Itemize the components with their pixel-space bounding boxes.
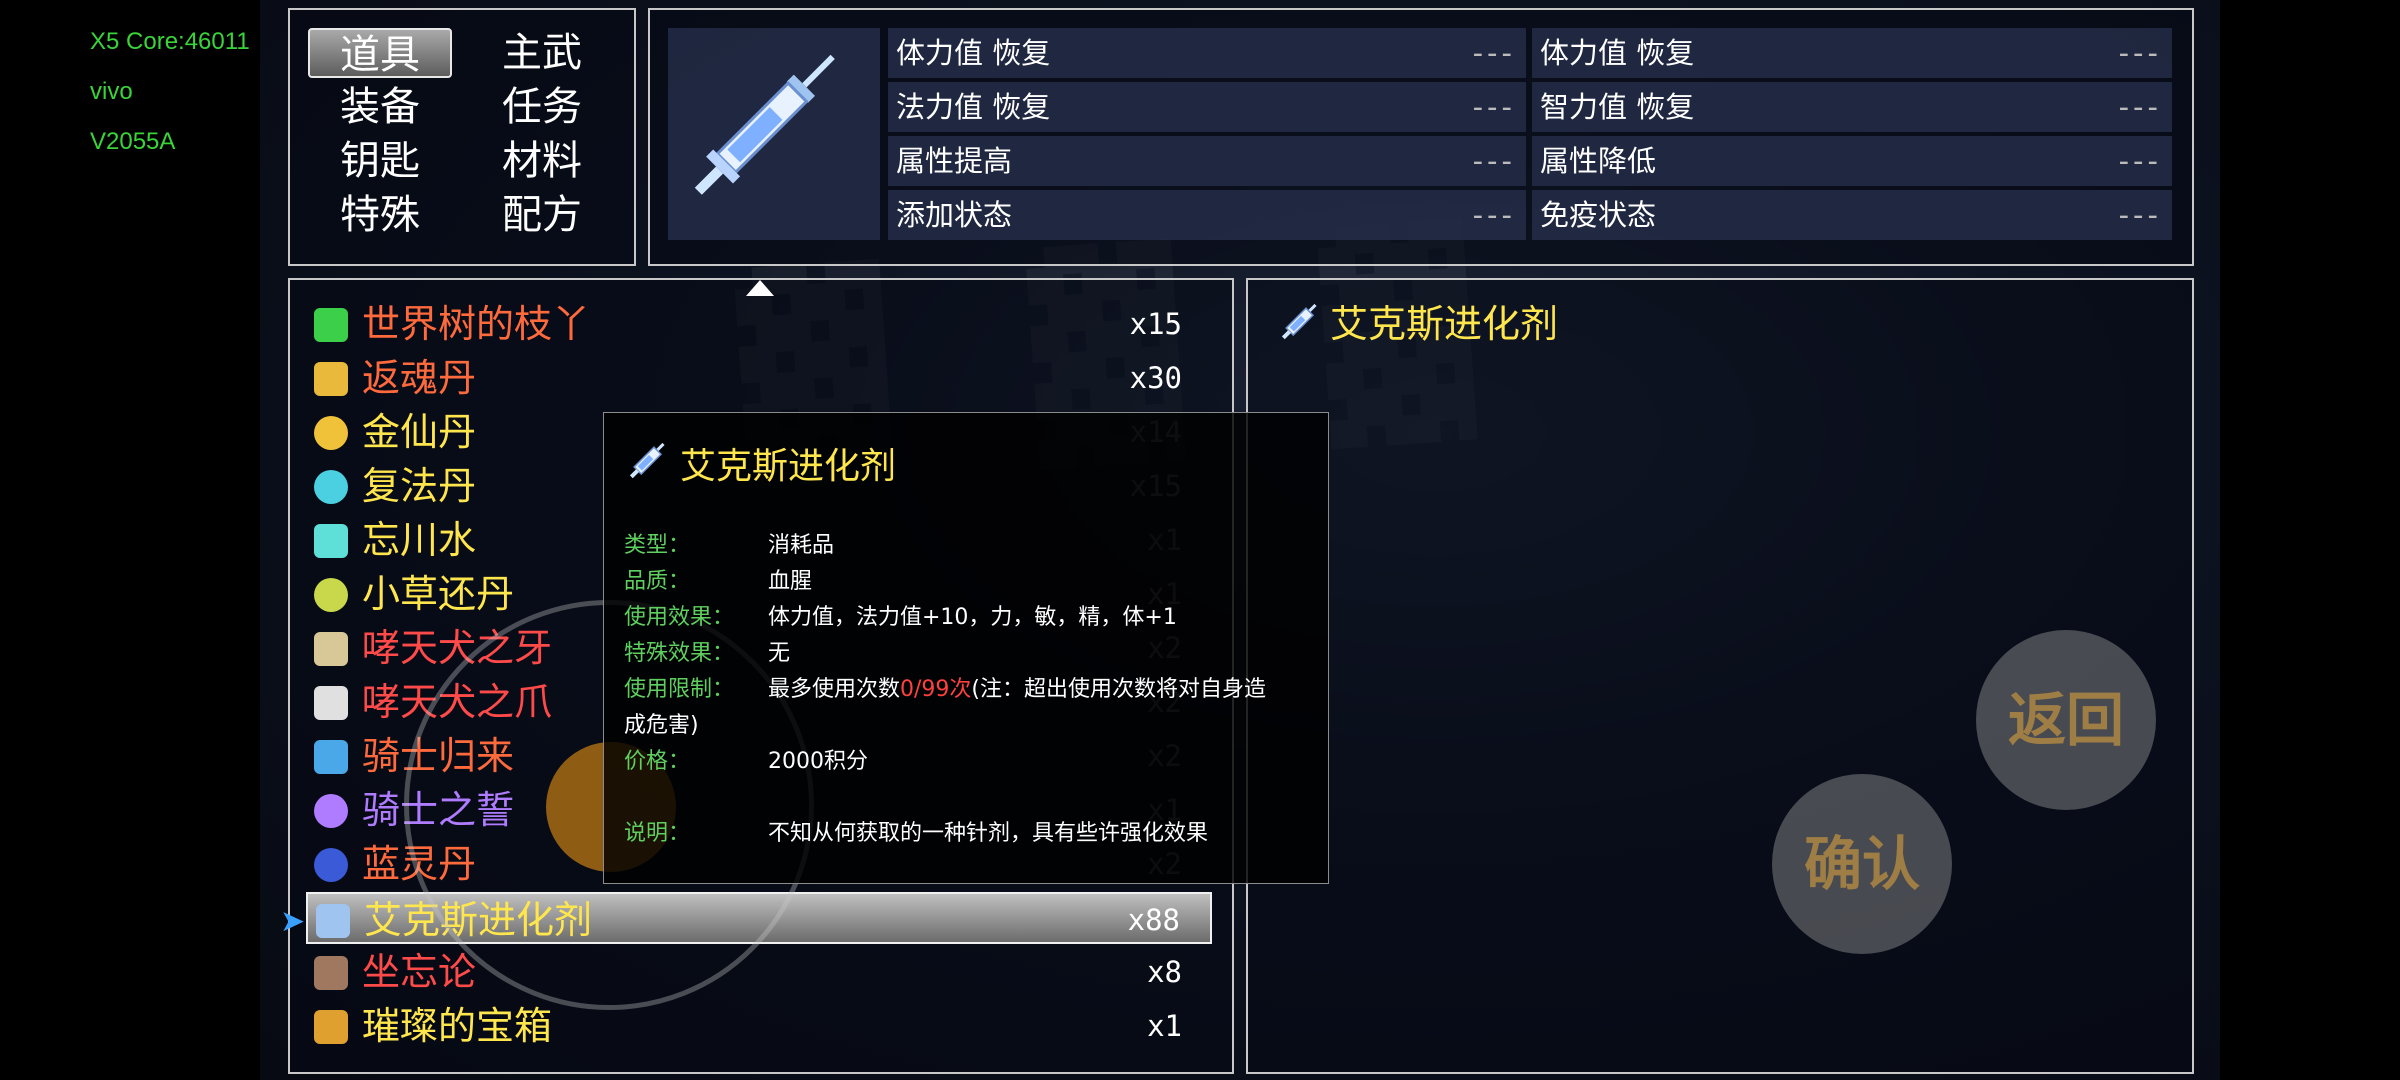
syringe-icon: [316, 904, 350, 938]
item-row[interactable]: 坐忘论 x8: [306, 946, 1212, 998]
stat-value: ---: [1472, 198, 1516, 232]
item-name: 坐忘论: [362, 950, 477, 994]
limit-text-pre: 最多使用次数: [768, 677, 901, 702]
stat-immune-status: 免疫状态 ---: [1532, 190, 2172, 240]
limit-text-post: (注：超出使用次数将对自身造: [971, 677, 1267, 702]
tooltip-price-value: 2000积分: [768, 749, 868, 774]
tooltip-quality-key: 品质：: [624, 569, 691, 594]
gold-pill-icon: [314, 416, 348, 450]
debug-device-brand: vivo: [90, 78, 133, 105]
category-items[interactable]: 道具: [308, 28, 452, 78]
item-name: 金仙丹: [362, 410, 477, 454]
syringe-icon: [1281, 303, 1317, 340]
stat-attr-increase: 属性提高 ---: [888, 136, 1526, 186]
category-recipes[interactable]: 配方: [470, 190, 614, 240]
item-count: x88: [1127, 903, 1180, 937]
orb-icon: [314, 794, 348, 828]
blue-orb-icon: [314, 848, 348, 882]
category-weapons[interactable]: 主武: [470, 28, 614, 78]
category-equipment[interactable]: 装备: [308, 82, 452, 132]
stat-attr-decrease: 属性降低 ---: [1532, 136, 2172, 186]
tooltip-desc-key: 说明：: [624, 821, 691, 846]
tooltip-title: 艾克斯进化剂: [680, 446, 897, 487]
stat-label: 添加状态: [896, 198, 1013, 232]
fang-icon: [314, 632, 348, 666]
tooltip-price-key: 价格：: [624, 749, 691, 774]
eye-icon: [314, 740, 348, 774]
stat-value: ---: [1472, 36, 1516, 70]
tooltip-type-key: 类型：: [624, 533, 691, 558]
book-icon: [314, 956, 348, 990]
stat-label: 属性降低: [1540, 144, 1657, 178]
tooltip-type-value: 消耗品: [768, 533, 835, 558]
herb-pill-icon: [314, 578, 348, 612]
tooltip-effect-key: 使用效果：: [624, 605, 735, 630]
item-name: 忘川水: [362, 518, 477, 562]
tooltip-limit-key: 使用限制：: [624, 677, 735, 702]
item-name: 璀璨的宝箱: [362, 1004, 553, 1048]
category-special[interactable]: 特殊: [308, 190, 452, 240]
stat-label: 智力值 恢复: [1540, 90, 1695, 124]
stat-value: ---: [2118, 36, 2162, 70]
item-row[interactable]: 世界树的枝丫 x15: [306, 298, 1212, 350]
back-button[interactable]: 返回: [1976, 630, 2156, 810]
tooltip-limit-value: 最多使用次数0/99次(注：超出使用次数将对自身造: [768, 671, 1266, 703]
chest-icon: [314, 1010, 348, 1044]
item-name: 世界树的枝丫: [362, 302, 591, 346]
debug-device-model: V2055A: [90, 128, 176, 155]
stat-mp-recovery: 法力值 恢复 ---: [888, 82, 1526, 132]
item-large-image: [668, 28, 880, 240]
blue-pill-icon: [314, 470, 348, 504]
item-count: x30: [1129, 361, 1182, 395]
claw-icon: [314, 686, 348, 720]
item-row[interactable]: 返魂丹 x30: [306, 352, 1212, 404]
syringe-icon: [629, 442, 665, 479]
tooltip-quality-value: 血腥: [768, 569, 813, 594]
category-quests[interactable]: 任务: [470, 82, 614, 132]
scroll-up-arrow-icon[interactable]: [746, 280, 774, 296]
debug-core-version: X5 Core:46011: [90, 28, 250, 55]
category-keys[interactable]: 钥匙: [308, 136, 452, 186]
item-tooltip: 艾克斯进化剂 类型： 消耗品 品质： 血腥 使用效果： 体力值，法力值+10，力…: [603, 412, 1329, 884]
feather-icon: [314, 362, 348, 396]
item-name: 复法丹: [362, 464, 477, 508]
item-row[interactable]: 璀璨的宝箱 x1: [306, 1000, 1212, 1052]
item-count: x8: [1147, 955, 1182, 989]
item-name: 返魂丹: [362, 356, 477, 400]
selection-cursor-icon: ➤: [280, 904, 306, 939]
stat-label: 法力值 恢复: [896, 90, 1051, 124]
tooltip-effect-value: 体力值，法力值+10，力，敏，精，体+1: [768, 605, 1177, 630]
item-count: x15: [1129, 307, 1182, 341]
stat-label: 属性提高: [896, 144, 1013, 178]
stat-label: 体力值 恢复: [896, 36, 1051, 70]
item-name: 小草还丹: [362, 572, 515, 616]
stat-value: ---: [2118, 144, 2162, 178]
tooltip-limit-value-cont: 成危害): [624, 713, 699, 738]
water-drop-icon: [314, 524, 348, 558]
item-count: x1: [1147, 1009, 1182, 1043]
stat-hp-recovery-2: 体力值 恢复 ---: [1532, 28, 2172, 78]
stat-value: ---: [1472, 90, 1516, 124]
stat-value: ---: [1472, 144, 1516, 178]
clover-icon: [314, 308, 348, 342]
category-materials[interactable]: 材料: [470, 136, 614, 186]
stat-label: 体力值 恢复: [1540, 36, 1695, 70]
tooltip-special-key: 特殊效果：: [624, 641, 735, 666]
tooltip-desc-value: 不知从何获取的一种针剂，具有些许强化效果: [768, 821, 1209, 846]
syringe-icon: [694, 54, 835, 195]
stat-value: ---: [2118, 90, 2162, 124]
stat-label: 免疫状态: [1540, 198, 1657, 232]
stat-int-recovery: 智力值 恢复 ---: [1532, 82, 2172, 132]
stat-add-status: 添加状态 ---: [888, 190, 1526, 240]
detail-item-name: 艾克斯进化剂: [1330, 302, 1559, 346]
stat-value: ---: [2118, 198, 2162, 232]
confirm-button[interactable]: 确认: [1772, 774, 1952, 954]
limit-count: 0/99次: [900, 677, 972, 702]
stat-hp-recovery: 体力值 恢复 ---: [888, 28, 1526, 78]
tooltip-special-value: 无: [768, 641, 791, 666]
